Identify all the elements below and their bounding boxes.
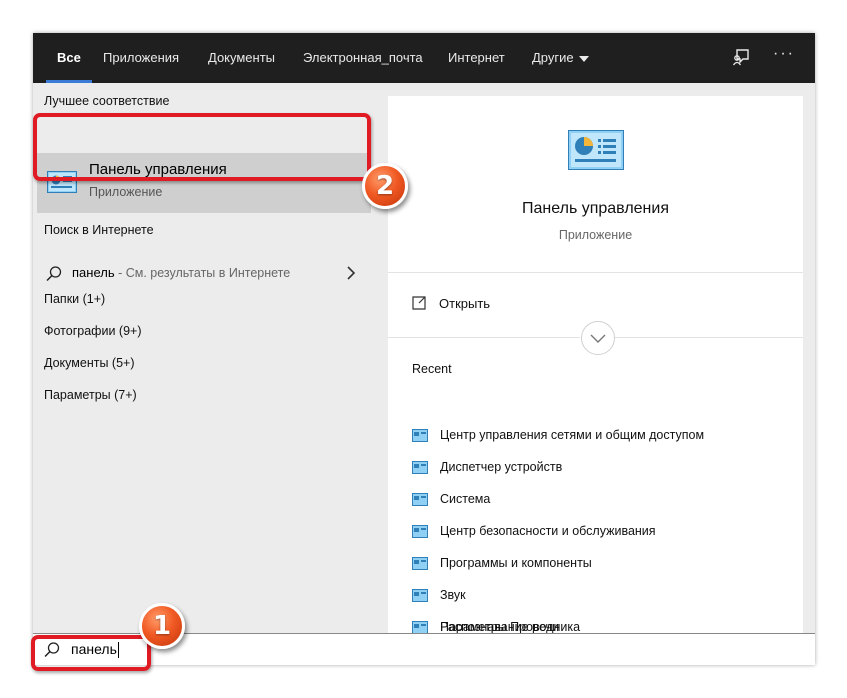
divider <box>388 272 803 273</box>
open-icon <box>412 296 426 310</box>
recent-item[interactable]: Программы и компоненты <box>412 554 792 574</box>
divider <box>388 337 580 338</box>
recent-item[interactable]: Система <box>412 490 792 510</box>
best-match-heading: Лучшее соответствие <box>44 94 170 108</box>
open-label: Открыть <box>439 296 491 311</box>
category-folders[interactable]: Папки (1+) <box>44 292 105 306</box>
control-panel-icon <box>412 525 428 538</box>
best-match-subtitle: Приложение <box>89 185 163 199</box>
recent-item-label: Звук <box>440 588 466 602</box>
web-search-heading: Поиск в Интернете <box>44 223 154 237</box>
recent-item[interactable]: Звук <box>412 586 792 606</box>
chevron-right-icon[interactable] <box>345 264 357 287</box>
web-search-term: панель <box>72 265 115 280</box>
filter-tab-bar: Все Приложения Документы Электронная_поч… <box>33 33 815 83</box>
category-settings[interactable]: Параметры (7+) <box>44 388 137 402</box>
recent-item[interactable]: Центр безопасности и обслуживания <box>412 522 792 542</box>
recent-item[interactable]: Диспетчер устройств <box>412 458 792 478</box>
caret-down-icon <box>578 55 589 62</box>
recent-item-label: Диспетчер устройств <box>440 460 563 474</box>
control-panel-icon <box>412 557 428 570</box>
control-panel-icon <box>412 493 428 506</box>
search-icon <box>45 265 63 288</box>
recent-item[interactable]: Параметры Проводника <box>412 619 792 633</box>
tab-all[interactable]: Все <box>46 33 92 83</box>
annotation-highlight-search <box>31 635 151 671</box>
web-search-item[interactable]: панель - См. результаты в Интернете <box>33 261 380 287</box>
category-documents[interactable]: Документы (5+) <box>44 356 135 370</box>
step-badge-1: 1 <box>139 603 185 649</box>
tab-apps[interactable]: Приложения <box>103 33 179 83</box>
recent-item-label: Система <box>440 492 491 506</box>
control-panel-icon <box>412 429 428 442</box>
tab-web[interactable]: Интернет <box>448 33 505 83</box>
annotation-highlight-best-match <box>33 113 371 181</box>
recent-item-label: Параметры Проводника <box>440 620 581 633</box>
feedback-icon[interactable] <box>731 47 751 67</box>
step-badge-2: 2 <box>362 163 408 209</box>
tab-email[interactable]: Электронная_почта <box>303 33 423 83</box>
chevron-down-icon <box>590 334 606 343</box>
recent-item[interactable]: Центр управления сетями и общим доступом <box>412 426 792 446</box>
more-options-icon[interactable]: ··· <box>773 45 795 63</box>
control-panel-icon <box>412 461 428 474</box>
recent-heading: Recent <box>412 362 452 376</box>
control-panel-icon <box>412 589 428 602</box>
expand-button[interactable] <box>581 321 615 355</box>
preview-panel: Панель управления Приложение Открыть Rec… <box>388 96 803 633</box>
category-photos[interactable]: Фотографии (9+) <box>44 324 141 338</box>
tab-more[interactable]: Другие <box>532 33 589 83</box>
tab-more-label: Другие <box>532 50 574 65</box>
preview-subtitle: Приложение <box>558 228 633 242</box>
preview-title: Панель управления <box>522 200 669 217</box>
recent-item-label: Центр управления сетями и общим доступом <box>440 428 705 442</box>
control-panel-icon <box>568 130 624 175</box>
recent-item-label: Центр безопасности и обслуживания <box>440 524 656 538</box>
divider <box>615 337 803 338</box>
tab-documents[interactable]: Документы <box>208 33 275 83</box>
recent-item-label: Программы и компоненты <box>440 556 592 570</box>
control-panel-icon <box>412 621 428 633</box>
web-search-hint: - См. результаты в Интернете <box>114 266 291 280</box>
